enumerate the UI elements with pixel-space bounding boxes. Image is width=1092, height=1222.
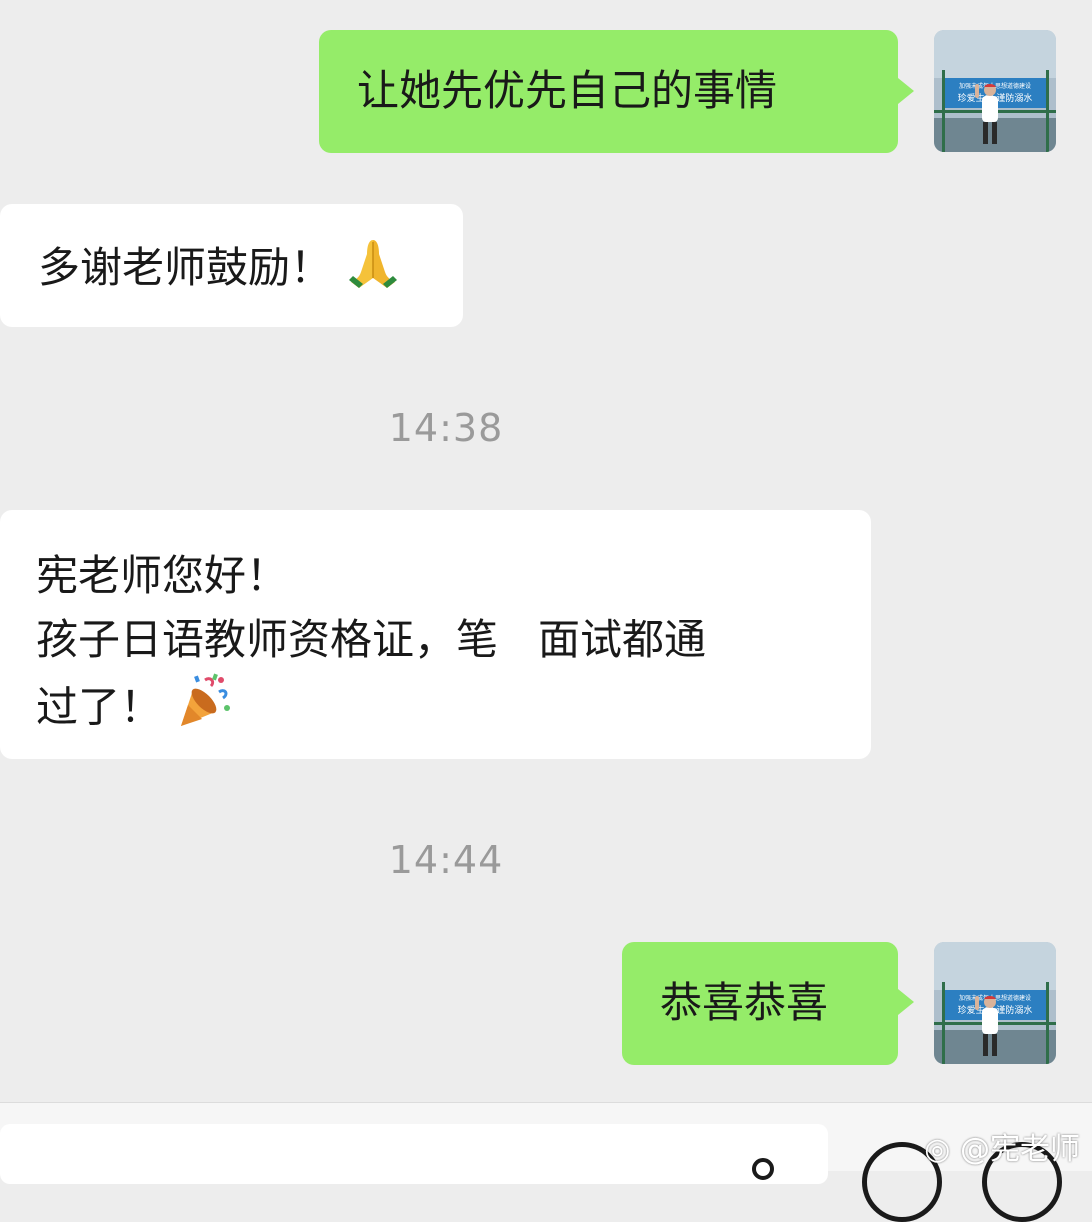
message-input[interactable] [0, 1124, 828, 1184]
folded-hands-icon [345, 234, 401, 307]
message-bubble-incoming[interactable]: 宪老师您好！ 孩子日语教师资格证，笔 面试都通 过了！ [0, 510, 871, 759]
timestamp: 14:38 [388, 406, 504, 450]
message-line: 孩子日语教师资格证，笔 面试都通 [36, 615, 707, 664]
weibo-logo-icon: ◎ [924, 1132, 951, 1167]
avatar[interactable]: 加强未成年人思想道德建设 珍爱生命 谨防溺水 [934, 942, 1056, 1064]
party-popper-icon [175, 672, 233, 748]
message-text: 让她先优先自己的事情 [357, 66, 778, 115]
message-text: 恭喜恭喜 [660, 978, 829, 1027]
message-line: 过了！ [36, 682, 163, 732]
message-bubble-outgoing[interactable]: 恭喜恭喜 [622, 942, 898, 1065]
voice-icon[interactable] [752, 1158, 774, 1180]
message-bubble-outgoing[interactable]: 让她先优先自己的事情 [319, 30, 898, 153]
avatar-photo-icon: 加强未成年人思想道德建设 珍爱生命 谨防溺水 [934, 30, 1056, 152]
avatar[interactable]: 加强未成年人思想道德建设 珍爱生命 谨防溺水 [934, 30, 1056, 152]
message-bubble-incoming[interactable]: 多谢老师鼓励！ [0, 204, 463, 327]
message-line-with-emoji: 过了！ [36, 672, 871, 748]
watermark: ◎ @宪老师 [924, 1124, 1080, 1168]
message-line: 宪老师您好！ [36, 551, 289, 600]
bubble-tail [898, 989, 914, 1015]
avatar-photo-icon: 加强未成年人思想道德建设 珍爱生命 谨防溺水 [934, 942, 1056, 1064]
bubble-tail [898, 78, 914, 104]
message-text: 多谢老师鼓励！ [38, 243, 333, 292]
timestamp: 14:44 [388, 838, 504, 882]
watermark-text: @宪老师 [960, 1132, 1080, 1167]
